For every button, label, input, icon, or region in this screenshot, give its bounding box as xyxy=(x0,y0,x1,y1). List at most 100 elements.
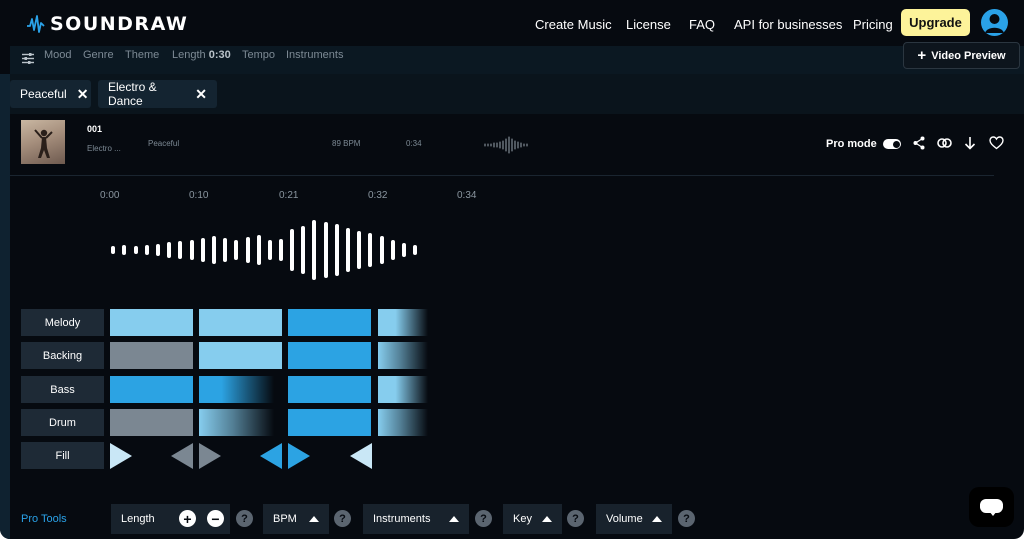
key-tool[interactable]: Key xyxy=(503,504,562,534)
pro-mode-label: Pro mode xyxy=(826,138,877,150)
bass-block[interactable] xyxy=(288,376,371,403)
length-plus-icon[interactable]: + xyxy=(179,510,196,527)
filter-instruments[interactable]: Instruments xyxy=(286,49,343,61)
nav-api-for-businesses[interactable]: API for businesses xyxy=(734,17,842,32)
melody-block[interactable] xyxy=(110,309,193,336)
timeline-mark: 0:32 xyxy=(368,190,388,201)
track-duration: 0:34 xyxy=(406,139,422,148)
mini-waveform[interactable] xyxy=(483,136,531,154)
key-tool-label: Key xyxy=(513,513,532,525)
fill-marker-right[interactable] xyxy=(288,443,310,469)
track-genre: Electro ... xyxy=(87,144,121,153)
soundraw-logo[interactable]: SOUNDRAW xyxy=(26,12,188,36)
melody-block[interactable] xyxy=(199,309,282,336)
instruments-tool[interactable]: Instruments xyxy=(363,504,469,534)
brand-name: SOUNDRAW xyxy=(50,13,189,35)
length-tool-label: Length xyxy=(121,513,155,525)
caret-up-icon xyxy=(652,516,662,522)
melody-block[interactable] xyxy=(288,309,371,336)
length-minus-icon[interactable]: − xyxy=(207,510,224,527)
nav-license[interactable]: License xyxy=(626,17,671,32)
track-label-bass: Bass xyxy=(21,376,104,403)
track-bpm: 89 BPM xyxy=(332,139,361,148)
filter-theme[interactable]: Theme xyxy=(125,49,159,61)
nav-faq[interactable]: FAQ xyxy=(689,17,715,32)
dancer-silhouette-icon xyxy=(34,129,53,158)
track-mood: Peaceful xyxy=(148,139,180,148)
drum-block[interactable] xyxy=(288,409,371,436)
nav-create-music[interactable]: Create Music xyxy=(535,17,612,32)
bass-block[interactable] xyxy=(110,376,193,403)
bpm-help-icon[interactable]: ? xyxy=(334,510,351,527)
fill-marker-left[interactable] xyxy=(171,443,193,469)
track-label-backing: Backing xyxy=(21,342,104,369)
chip-label: Electro & Dance xyxy=(108,80,157,108)
backing-block[interactable] xyxy=(110,342,193,369)
bass-block[interactable] xyxy=(378,376,428,403)
track-label-fill: Fill xyxy=(21,442,104,469)
timeline-mark: 0:34 xyxy=(457,190,477,201)
drum-block[interactable] xyxy=(110,409,193,436)
timeline-mark: 0:10 xyxy=(189,190,209,201)
remove-chip-icon[interactable]: ✕ xyxy=(77,86,89,103)
track-label-melody: Melody xyxy=(21,309,104,336)
chip-label: Peaceful xyxy=(20,87,67,101)
timeline-mark: 0:00 xyxy=(100,190,120,201)
user-avatar-icon[interactable] xyxy=(981,9,1008,36)
filter-tempo[interactable]: Tempo xyxy=(242,49,275,61)
nav-pricing[interactable]: Pricing xyxy=(853,17,893,32)
filter-length[interactable]: Length 0:30 xyxy=(172,49,231,61)
main-waveform[interactable] xyxy=(108,218,428,282)
drum-block[interactable] xyxy=(378,409,428,436)
bass-block[interactable] xyxy=(199,376,274,403)
instruments-help-icon[interactable]: ? xyxy=(475,510,492,527)
backing-block[interactable] xyxy=(378,342,428,369)
backing-block[interactable] xyxy=(288,342,371,369)
plus-icon: + xyxy=(917,47,927,64)
filter-length-value: 0:30 xyxy=(208,49,231,61)
remove-chip-icon[interactable]: ✕ xyxy=(195,86,207,103)
volume-tool-label: Volume xyxy=(606,513,643,525)
timeline-mark: 0:21 xyxy=(279,190,299,201)
fill-marker-left[interactable] xyxy=(350,443,372,469)
chip-peaceful: Peaceful ✕ xyxy=(10,80,91,108)
pro-mode-toggle[interactable] xyxy=(883,139,901,149)
bpm-tool[interactable]: BPM xyxy=(263,504,329,534)
track-row[interactable]: 001 Electro ... Peaceful 89 BPM 0:34 Pro… xyxy=(10,114,1004,176)
share-icon[interactable] xyxy=(913,136,925,150)
soundraw-app: SOUNDRAW Create Music License FAQ API fo… xyxy=(0,0,1024,539)
pro-tools-label: Pro Tools xyxy=(21,513,67,525)
volume-help-icon[interactable]: ? xyxy=(678,510,695,527)
left-edge-strip xyxy=(0,74,10,539)
selected-filters-bar: Peaceful ✕ Electro & Dance ✕ xyxy=(0,74,1024,114)
logo-wave-icon xyxy=(27,15,45,33)
caret-up-icon xyxy=(542,516,552,522)
key-help-icon[interactable]: ? xyxy=(567,510,584,527)
filter-genre[interactable]: Genre xyxy=(83,49,114,61)
fill-marker-right[interactable] xyxy=(199,443,221,469)
sliders-icon[interactable] xyxy=(22,53,34,64)
upgrade-button[interactable]: Upgrade xyxy=(901,9,970,36)
caret-up-icon xyxy=(309,516,319,522)
video-preview-button[interactable]: + Video Preview xyxy=(903,42,1020,69)
volume-tool[interactable]: Volume xyxy=(596,504,672,534)
fill-marker-right[interactable] xyxy=(110,443,132,469)
video-preview-label: Video Preview xyxy=(931,49,1006,62)
melody-block[interactable] xyxy=(378,309,428,336)
caret-up-icon xyxy=(449,516,459,522)
track-thumbnail[interactable] xyxy=(21,120,65,164)
filter-length-label: Length xyxy=(172,49,206,61)
drum-block[interactable] xyxy=(199,409,274,436)
chat-support-icon[interactable] xyxy=(969,487,1014,527)
length-help-icon[interactable]: ? xyxy=(236,510,253,527)
track-label-drum: Drum xyxy=(21,409,104,436)
heart-icon[interactable] xyxy=(989,136,1004,150)
instruments-tool-label: Instruments xyxy=(373,513,431,525)
top-navigation: SOUNDRAW Create Music License FAQ API fo… xyxy=(0,0,1024,46)
backing-block[interactable] xyxy=(199,342,282,369)
download-icon[interactable] xyxy=(964,136,976,150)
similar-tracks-icon[interactable] xyxy=(937,136,952,150)
fill-marker-left[interactable] xyxy=(260,443,282,469)
filter-bar: Mood Genre Theme Length 0:30 Tempo Instr… xyxy=(10,42,1024,74)
filter-mood[interactable]: Mood xyxy=(44,49,72,61)
